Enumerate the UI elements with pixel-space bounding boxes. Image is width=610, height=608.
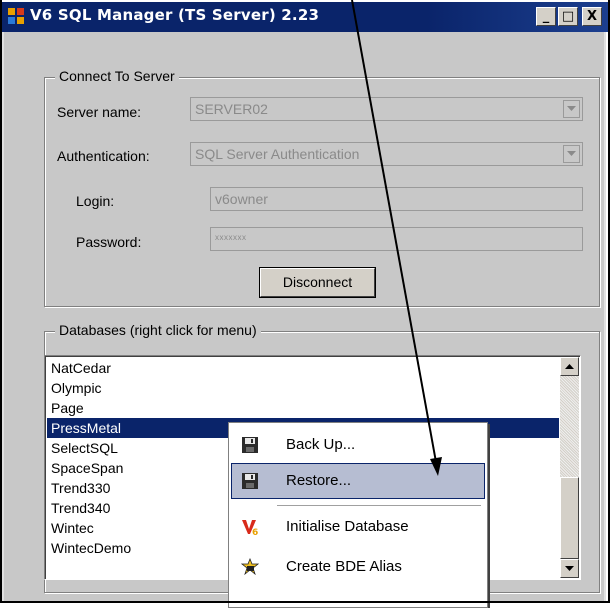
server-name-value: SERVER02 (195, 101, 268, 117)
close-button[interactable]: X (582, 7, 602, 26)
menu-item-label: Back Up... (286, 436, 356, 453)
list-item[interactable]: Trend330 (51, 478, 110, 498)
menu-item-initialise-database[interactable]: 6 Initialise Database (231, 509, 485, 545)
authentication-label: Authentication: (57, 148, 150, 164)
menu-item-label: Initialise Database (286, 518, 409, 535)
login-value: v6owner (215, 191, 268, 207)
scroll-up-button[interactable] (560, 357, 579, 376)
floppy-disk-icon (241, 436, 259, 454)
window-title: V6 SQL Manager (TS Server) 2.23 (30, 6, 320, 24)
password-field[interactable]: xxxxxxx (210, 227, 583, 251)
svg-text:6: 6 (252, 528, 258, 536)
server-dropdown-button[interactable] (563, 100, 580, 118)
connect-group-label: Connect To Server (55, 68, 179, 84)
bde-alias-icon (240, 557, 260, 576)
list-item[interactable]: WintecDemo (51, 538, 131, 558)
list-item[interactable]: Trend340 (51, 498, 110, 518)
menu-item-create-bde-alias[interactable]: Create BDE Alias (231, 549, 485, 585)
chevron-down-icon (567, 151, 576, 156)
title-bar[interactable]: V6 SQL Manager (TS Server) 2.23 _ □ X (2, 2, 608, 32)
list-item[interactable]: NatCedar (51, 358, 111, 378)
chevron-down-icon (565, 566, 574, 571)
list-item[interactable]: Wintec (51, 518, 94, 538)
list-item[interactable]: Page (51, 398, 84, 418)
menu-item-restore[interactable]: Restore... (231, 463, 485, 499)
list-item[interactable]: SelectSQL (51, 438, 118, 458)
scroll-thumb[interactable] (560, 477, 579, 559)
floppy-disk-icon (241, 472, 259, 490)
server-name-combo[interactable]: SERVER02 (190, 97, 583, 121)
login-field[interactable]: v6owner (210, 187, 583, 211)
list-item[interactable]: SpaceSpan (51, 458, 123, 478)
password-label: Password: (76, 234, 142, 250)
menu-item-label: Create BDE Alias (286, 558, 402, 575)
login-label: Login: (76, 193, 115, 209)
databases-group-label: Databases (right click for menu) (55, 322, 261, 338)
menu-item-back-up[interactable]: Back Up... (231, 427, 485, 463)
menu-item-label: Restore... (286, 472, 352, 489)
context-menu: Back Up... Restore... 6 Initialise Datab… (228, 422, 488, 608)
v6-logo-icon: 6 (241, 518, 259, 538)
disconnect-button[interactable]: Disconnect (260, 268, 375, 297)
authentication-dropdown-button[interactable] (563, 145, 580, 163)
minimize-button[interactable]: _ (536, 7, 556, 26)
maximize-button[interactable]: □ (558, 7, 578, 26)
chevron-up-icon (565, 364, 574, 369)
app-icon (8, 8, 24, 24)
list-item[interactable]: Olympic (51, 378, 102, 398)
server-name-label: Server name: (57, 104, 142, 120)
menu-separator (277, 505, 481, 506)
password-value: xxxxxxx (215, 233, 247, 242)
scroll-down-button[interactable] (560, 559, 579, 578)
authentication-combo[interactable]: SQL Server Authentication (190, 142, 583, 166)
chevron-down-icon (567, 106, 576, 111)
list-scrollbar[interactable] (560, 357, 579, 578)
authentication-value: SQL Server Authentication (195, 146, 360, 162)
